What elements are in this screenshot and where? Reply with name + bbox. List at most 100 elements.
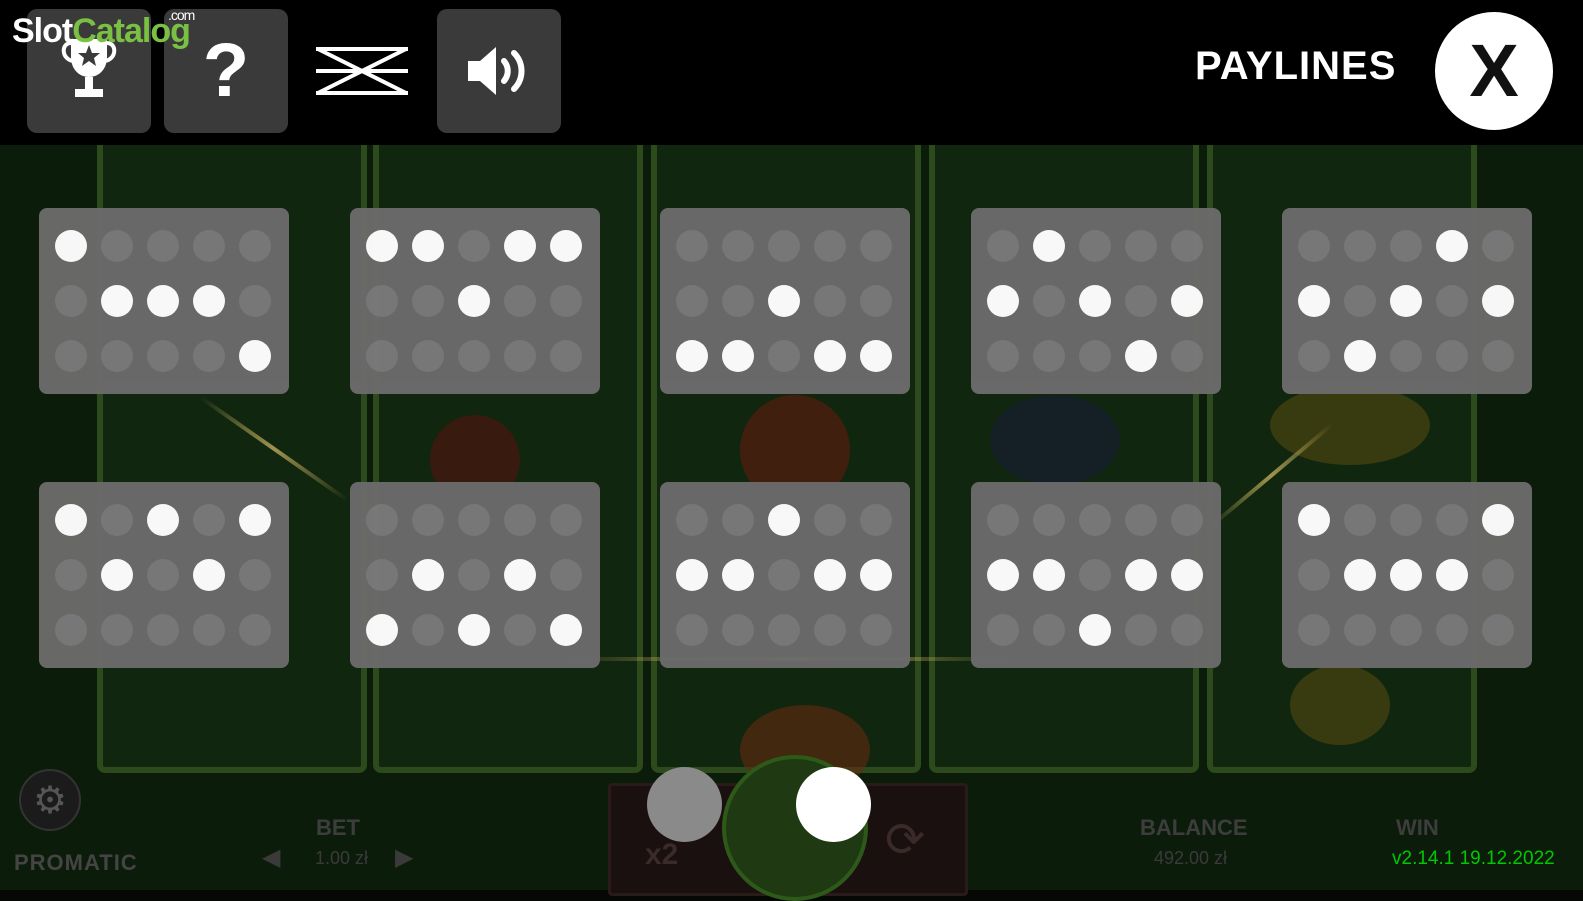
payline-dot <box>412 504 444 536</box>
bet-increase-button[interactable]: ▶ <box>395 843 413 872</box>
payline-dot-active <box>768 285 800 317</box>
payline-card-3 <box>660 208 910 394</box>
payline-dot-active <box>1079 614 1111 646</box>
payline-dot <box>814 230 846 262</box>
payline-dot <box>412 285 444 317</box>
payline-dot <box>860 614 892 646</box>
payline-card-9 <box>971 482 1221 668</box>
autoplay-toggle[interactable] <box>300 9 424 133</box>
payline-dot <box>768 614 800 646</box>
grapes-symbol <box>990 395 1120 485</box>
payline-dot <box>987 614 1019 646</box>
payline-card-1 <box>39 208 289 394</box>
bet-decrease-button[interactable]: ◀ <box>262 843 280 872</box>
payline-dot <box>1298 340 1330 372</box>
payline-card-10 <box>1282 482 1532 668</box>
payline-dot <box>366 285 398 317</box>
payline-dot <box>1390 614 1422 646</box>
payline-dot <box>1125 504 1157 536</box>
payline-dot <box>458 504 490 536</box>
gamble-button[interactable]: x2 <box>645 838 678 872</box>
sound-button[interactable] <box>437 9 561 133</box>
payline-dot-active <box>1344 559 1376 591</box>
bet-label: BET <box>316 815 360 840</box>
payline-dot-active <box>1171 285 1203 317</box>
payline-dot <box>366 559 398 591</box>
payline-dot <box>412 614 444 646</box>
payline-dot-active <box>458 614 490 646</box>
close-icon: X <box>1469 29 1519 112</box>
payline-dot <box>722 230 754 262</box>
payline-dot <box>1344 285 1376 317</box>
page-indicator-2[interactable] <box>796 767 871 842</box>
payline-dot <box>768 559 800 591</box>
payline-dot <box>366 504 398 536</box>
payline-card-6 <box>39 482 289 668</box>
payline-dot <box>193 230 225 262</box>
payline-dot <box>504 614 536 646</box>
payline-dot <box>239 614 271 646</box>
payline-dot-active <box>987 559 1019 591</box>
payline-dot <box>1390 230 1422 262</box>
payline-dot <box>768 230 800 262</box>
payline-dot <box>550 340 582 372</box>
payline-dot <box>1171 614 1203 646</box>
payline-dot-active <box>550 614 582 646</box>
payline-dot-active <box>239 504 271 536</box>
payline-dot-active <box>1033 559 1065 591</box>
payline-dot <box>1298 614 1330 646</box>
payline-dot <box>550 504 582 536</box>
payline-dot-active <box>550 230 582 262</box>
payline-dot <box>1033 614 1065 646</box>
payline-dot-active <box>722 559 754 591</box>
payline-dot-active <box>1171 559 1203 591</box>
payline-dot-active <box>101 285 133 317</box>
payline-dot-active <box>504 230 536 262</box>
payline-dot <box>768 340 800 372</box>
payline-dot <box>1298 230 1330 262</box>
payline-dot <box>239 559 271 591</box>
payline-dot <box>1390 504 1422 536</box>
watermark-slot: Slot <box>12 12 73 50</box>
autospin-icon[interactable]: ⟳ <box>885 812 925 868</box>
payline-dot <box>412 340 444 372</box>
payline-dot-active <box>1344 340 1376 372</box>
payline-dot-active <box>1436 230 1468 262</box>
payline-dot-active <box>239 340 271 372</box>
payline-dot-active <box>768 504 800 536</box>
payline-dot <box>1482 340 1514 372</box>
payline-dot <box>722 614 754 646</box>
payline-dot-active <box>1390 559 1422 591</box>
payline-dot-active <box>860 559 892 591</box>
payline-dot <box>1344 230 1376 262</box>
payline-dot-active <box>147 504 179 536</box>
payline-card-8 <box>660 482 910 668</box>
payline-dot <box>1033 285 1065 317</box>
payline-dot <box>1298 559 1330 591</box>
payline-dot-active <box>193 559 225 591</box>
page-indicator-1[interactable] <box>647 767 722 842</box>
payline-dot-active <box>193 285 225 317</box>
payline-dot <box>987 230 1019 262</box>
payline-dot-active <box>504 559 536 591</box>
payline-dot-active <box>676 340 708 372</box>
win-label: WIN <box>1396 815 1439 840</box>
payline-dot <box>722 504 754 536</box>
watermark-com: .com <box>168 7 195 23</box>
payline-dot <box>55 340 87 372</box>
payline-dot-active <box>366 230 398 262</box>
payline-dot-active <box>458 285 490 317</box>
payline-dot <box>55 285 87 317</box>
payline-dot <box>1125 614 1157 646</box>
payline-dot <box>1436 285 1468 317</box>
payline-dot <box>504 504 536 536</box>
help-icon: ? <box>202 28 250 113</box>
payline-dot <box>1033 504 1065 536</box>
payline-dot <box>458 559 490 591</box>
payline-dot <box>676 614 708 646</box>
payline-dot <box>814 285 846 317</box>
close-button[interactable]: X <box>1435 12 1553 130</box>
payline-dot-active <box>1125 559 1157 591</box>
version-text: v2.14.1 19.12.2022 <box>1392 848 1555 869</box>
settings-button[interactable]: ⚙ <box>19 769 81 831</box>
